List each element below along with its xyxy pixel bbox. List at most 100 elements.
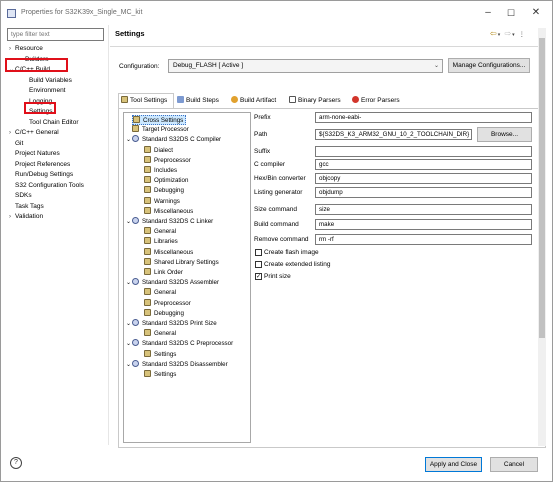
path-field[interactable]: ${S32DS_K3_ARM32_GNU_10_2_TOOLCHAIN_DIR} <box>315 129 472 140</box>
tree-item[interactable]: Project References <box>9 159 70 170</box>
tool-tree-item[interactable]: ⌄ Standard S32DS Print Size <box>126 319 217 329</box>
tab-tool-settings[interactable]: Tool Settings <box>118 93 174 108</box>
minimize-icon[interactable]: – <box>481 6 495 20</box>
tree-item-label: Tool Chain Editor <box>29 118 79 126</box>
tree-item[interactable]: Environment <box>29 85 66 96</box>
properties-window: Properties for S32K39x_Single_MC_kit – ☐… <box>0 0 553 482</box>
scrollbar-thumb[interactable] <box>539 38 545 338</box>
back-arrow-icon[interactable]: ⇦ <box>490 29 498 38</box>
tool-tree-item[interactable]: Miscellaneous <box>144 206 193 217</box>
tool-tree-item[interactable]: Target Processor <box>132 125 189 135</box>
tool-tree-label: Target Processor <box>142 126 189 134</box>
tree-item[interactable]: Git <box>9 138 23 149</box>
tool-tree-item[interactable]: ⌄ Standard S32DS C Compiler <box>126 135 221 145</box>
tool-tree-item[interactable]: Cross Settings <box>132 115 187 125</box>
vertical-scrollbar[interactable] <box>538 28 546 446</box>
tool-tree-item[interactable]: General <box>144 329 176 339</box>
create-extended-listing-checkbox[interactable] <box>255 261 262 268</box>
chevron-down-icon[interactable]: ⌄ <box>126 360 132 370</box>
listing-generator-label: Listing generator <box>254 189 303 196</box>
tree-item-label: Project References <box>15 160 71 168</box>
chevron-down-icon[interactable]: ⌄ <box>126 319 132 329</box>
tree-item[interactable]: SDKs <box>9 190 32 201</box>
prefix-field[interactable]: arm-none-eabi- <box>315 112 532 123</box>
tree-item[interactable]: Build Variables <box>29 75 72 86</box>
tool-tree-item[interactable]: Debugging <box>144 308 184 319</box>
tool-tree-label: General <box>154 228 177 236</box>
tool-tree-item[interactable]: ⌄ Standard S32DS Disassembler <box>126 359 228 370</box>
tool-tree-item[interactable]: ⌄ Standard S32DS C Linker <box>126 217 213 227</box>
tool-tree-label: Link Order <box>154 269 183 276</box>
tool-option-icon <box>144 186 151 194</box>
tool-tree-item[interactable]: Optimization <box>144 176 188 186</box>
tool-tree-item[interactable]: Preprocessor <box>144 155 191 166</box>
tool-settings-tree[interactable]: Cross Settings Target Processor ⌄ Standard … <box>123 112 251 443</box>
splitter[interactable] <box>108 25 109 445</box>
tool-tree-item[interactable]: Settings <box>144 349 176 360</box>
c-compiler-field[interactable]: gcc <box>315 159 532 170</box>
tool-option-icon <box>144 247 151 255</box>
manage-configurations-button[interactable]: Manage Configurations... <box>448 58 530 73</box>
forward-arrow-icon[interactable]: ⇨ <box>504 29 512 38</box>
tool-tree-item[interactable]: Warnings <box>144 196 180 207</box>
close-icon[interactable]: ✕ <box>529 6 543 20</box>
tool-tree-item[interactable]: ⌄ Standard S32DS C Preprocessor <box>126 339 233 349</box>
create-flash-image-checkbox[interactable] <box>255 249 262 256</box>
tab-binary-parsers[interactable]: Binary Parsers <box>287 94 348 108</box>
app-icon <box>7 9 16 18</box>
tree-item[interactable]: › C/C++ General <box>9 127 59 138</box>
tree-item[interactable]: S32 Configuration Tools <box>9 180 84 191</box>
tool-tree-item[interactable]: ⌄ Standard S32DS Assembler <box>126 278 219 288</box>
tool-option-icon <box>144 308 151 316</box>
header-divider <box>110 46 546 47</box>
browse-button[interactable]: Browse... <box>477 127 532 142</box>
print-size-checkbox[interactable]: ✓ <box>255 273 262 280</box>
hexbin-field[interactable]: objcopy <box>315 173 532 184</box>
hexbin-label: Hex/Bin converter <box>254 175 306 182</box>
configuration-select[interactable]: Debug_FLASH [ Active ] ⌄ <box>168 59 443 73</box>
tool-tree-item[interactable]: Dialect <box>144 145 173 156</box>
tree-item-label: SDKs <box>15 192 32 199</box>
tool-tree-item[interactable]: Settings <box>144 370 176 380</box>
tree-item[interactable]: Project Natures <box>9 148 60 159</box>
remove-command-label: Remove command <box>254 236 309 243</box>
filter-input[interactable] <box>7 28 104 41</box>
tool-tree-item[interactable]: General <box>144 288 176 298</box>
tool-tree-item[interactable]: Link Order <box>144 268 183 278</box>
tree-item[interactable]: Task Tags <box>9 201 44 212</box>
tool-tree-item[interactable]: Includes <box>144 166 177 176</box>
build-command-label: Build command <box>254 221 299 228</box>
maximize-icon[interactable]: ☐ <box>504 6 518 20</box>
tool-section-icon <box>132 319 139 326</box>
apply-and-close-button[interactable]: Apply and Close <box>425 457 482 472</box>
chevron-down-icon[interactable]: ⌄ <box>126 278 132 288</box>
tab-build-steps[interactable]: Build Steps <box>175 94 230 108</box>
tool-tree-item[interactable]: Preprocessor <box>144 298 191 309</box>
forward-menu-icon[interactable]: ▾ <box>512 32 516 38</box>
tree-item[interactable]: › Validation <box>9 211 43 222</box>
tool-tree-item[interactable]: Shared Library Settings <box>144 257 219 268</box>
title-bar: Properties for S32K39x_Single_MC_kit – ☐… <box>1 1 552 25</box>
tree-item[interactable]: › Resource <box>9 43 43 54</box>
tab-build-artifact[interactable]: Build Artifact <box>229 94 287 108</box>
suffix-field[interactable] <box>315 146 532 157</box>
size-command-field[interactable]: size <box>315 204 532 215</box>
tab-error-parsers[interactable]: Error Parsers <box>350 94 412 108</box>
tree-item[interactable]: Tool Chain Editor <box>29 117 79 128</box>
tool-tree-item[interactable]: General <box>144 227 176 237</box>
chevron-down-icon[interactable]: ⌄ <box>126 217 132 227</box>
tool-tree-label: Libraries <box>154 238 178 246</box>
tool-tree-item[interactable]: Debugging <box>144 186 184 196</box>
listing-generator-field[interactable]: objdump <box>315 187 532 198</box>
tool-option-icon <box>144 145 151 153</box>
tool-tree-item[interactable]: Libraries <box>144 237 178 247</box>
tool-tree-item[interactable]: Miscellaneous <box>144 247 193 258</box>
cancel-button[interactable]: Cancel <box>490 457 538 472</box>
view-menu-icon[interactable]: ⋮ <box>519 32 526 38</box>
remove-command-field[interactable]: rm -rf <box>315 234 532 245</box>
tree-item[interactable]: Run/Debug Settings <box>9 169 73 180</box>
help-icon[interactable]: ? <box>10 457 22 469</box>
tool-option-icon <box>144 329 151 337</box>
build-command-field[interactable]: make <box>315 219 532 230</box>
back-menu-icon[interactable]: ▾ <box>498 32 502 38</box>
